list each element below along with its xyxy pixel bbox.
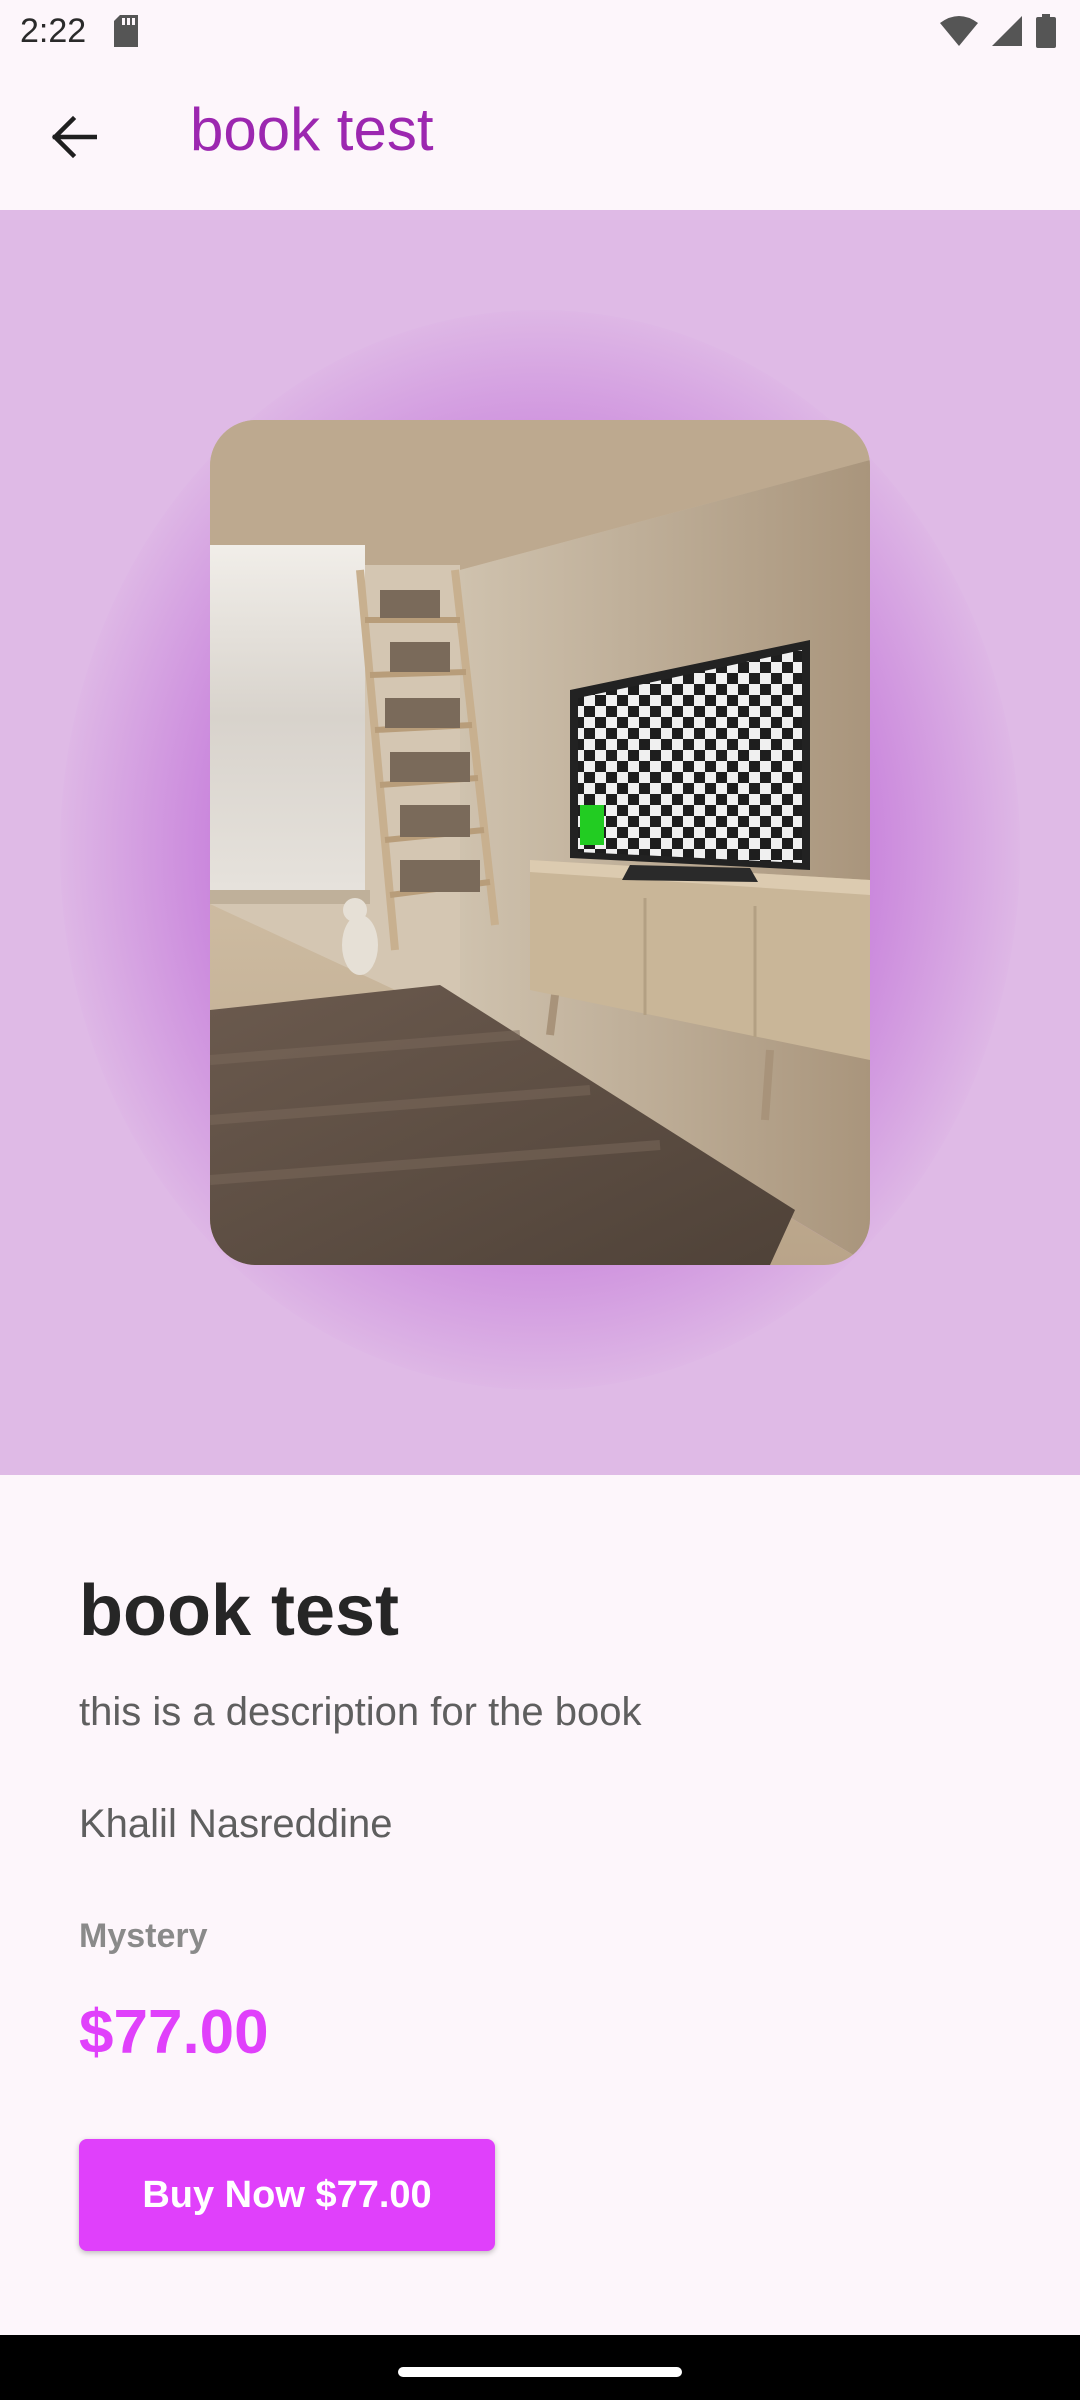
back-button[interactable] bbox=[34, 100, 112, 178]
home-indicator[interactable] bbox=[398, 2367, 682, 2377]
book-title: book test bbox=[79, 1571, 400, 1651]
status-icons bbox=[940, 14, 1056, 48]
book-author: Khalil Nasreddine bbox=[79, 1802, 393, 1846]
buy-now-button[interactable]: Buy Now $77.00 bbox=[79, 2139, 495, 2251]
book-price: $77.00 bbox=[79, 1998, 269, 2067]
status-time: 2:22 bbox=[20, 12, 87, 50]
book-cover-hero bbox=[0, 210, 1080, 1475]
book-description: this is a description for the book bbox=[79, 1690, 642, 1734]
screen: 2:22 book test book test this is a descr… bbox=[0, 0, 1080, 2400]
wifi-icon bbox=[940, 16, 978, 46]
battery-icon bbox=[1036, 14, 1056, 48]
app-bar: book test bbox=[0, 64, 1080, 210]
book-details: book test this is a description for the … bbox=[0, 1475, 1080, 2335]
status-bar: 2:22 bbox=[0, 0, 1080, 64]
cellular-signal-icon bbox=[992, 16, 1022, 46]
arrow-back-icon bbox=[49, 115, 98, 164]
book-genre: Mystery bbox=[79, 1917, 208, 1955]
book-cover-image bbox=[210, 420, 870, 1265]
app-bar-title: book test bbox=[190, 96, 434, 163]
navigation-bar bbox=[0, 2335, 1080, 2400]
sd-card-icon bbox=[112, 15, 140, 47]
